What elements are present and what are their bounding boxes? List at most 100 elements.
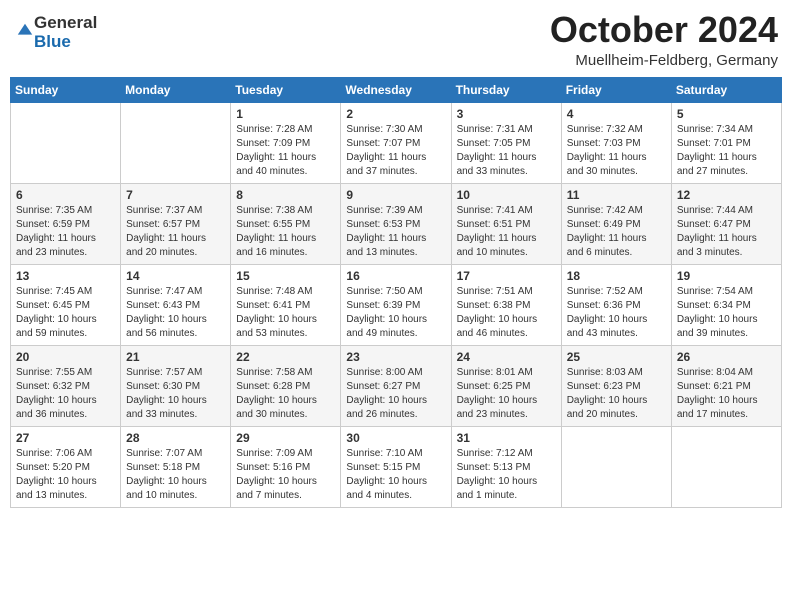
day-info: Sunrise: 7:30 AMSunset: 7:07 PMDaylight:… [346,123,445,179]
day-info: Sunrise: 7:38 AMSunset: 6:55 PMDaylight:… [236,204,335,260]
month-title: October 2024 [550,10,778,50]
day-number: 8 [236,188,335,202]
calendar-cell [561,426,671,507]
day-info: Sunrise: 7:31 AMSunset: 7:05 PMDaylight:… [457,123,556,179]
day-info: Sunrise: 7:12 AMSunset: 5:13 PMDaylight:… [457,447,556,503]
day-number: 14 [126,269,225,283]
calendar-cell: 12Sunrise: 7:44 AMSunset: 6:47 PMDayligh… [671,183,781,264]
day-number: 7 [126,188,225,202]
day-number: 20 [16,350,115,364]
calendar-cell [671,426,781,507]
calendar-cell: 10 Sunrise: 7:41 AMSunset: 6:51 PMDayligh… [451,183,561,264]
day-number: 10 [457,188,556,202]
calendar-week-row: 13 Sunrise: 7:45 AMSunset: 6:45 PMDayligh… [11,264,782,345]
day-info: Sunrise: 7:06 AMSunset: 5:20 PMDaylight:… [16,447,115,503]
day-of-week-header: Friday [561,77,671,102]
logo-blue: Blue [34,33,97,52]
day-number: 1 [236,107,335,121]
day-of-week-header: Thursday [451,77,561,102]
calendar-cell: 19 Sunrise: 7:54 AMSunset: 6:34 PMDayligh… [671,264,781,345]
calendar-cell [121,102,231,183]
calendar-cell: 20 Sunrise: 7:55 AMSunset: 6:32 PMDayligh… [11,345,121,426]
logo-general: General [34,14,97,33]
day-info: Sunrise: 8:03 AMSunset: 6:23 PMDaylight:… [567,366,666,422]
day-of-week-header: Wednesday [341,77,451,102]
calendar-cell: 6 Sunrise: 7:35 AMSunset: 6:59 PMDaylight… [11,183,121,264]
day-number: 15 [236,269,335,283]
calendar-cell: 22Sunrise: 7:58 AMSunset: 6:28 PMDayligh… [231,345,341,426]
calendar-table: SundayMondayTuesdayWednesdayThursdayFrid… [10,77,782,508]
calendar-cell: 1 Sunrise: 7:28 AMSunset: 7:09 PMDaylight… [231,102,341,183]
calendar-cell: 18 Sunrise: 7:52 AMSunset: 6:36 PMDayligh… [561,264,671,345]
day-number: 24 [457,350,556,364]
calendar-cell: 2 Sunrise: 7:30 AMSunset: 7:07 PMDaylight… [341,102,451,183]
day-number: 23 [346,350,445,364]
day-info: Sunrise: 7:37 AMSunset: 6:57 PMDaylight:… [126,204,225,260]
location: Muellheim-Feldberg, Germany [550,52,778,69]
day-number: 27 [16,431,115,445]
day-info: Sunrise: 7:54 AMSunset: 6:34 PMDaylight:… [677,285,776,341]
day-number: 29 [236,431,335,445]
day-number: 25 [567,350,666,364]
logo: General Blue [14,14,97,51]
calendar-cell: 11Sunrise: 7:42 AMSunset: 6:49 PMDayligh… [561,183,671,264]
day-info: Sunrise: 7:57 AMSunset: 6:30 PMDaylight:… [126,366,225,422]
day-number: 30 [346,431,445,445]
calendar-cell: 9Sunrise: 7:39 AMSunset: 6:53 PMDaylight… [341,183,451,264]
day-info: Sunrise: 7:32 AMSunset: 7:03 PMDaylight:… [567,123,666,179]
calendar-cell: 29 Sunrise: 7:09 AMSunset: 5:16 PMDayligh… [231,426,341,507]
calendar-cell: 21 Sunrise: 7:57 AMSunset: 6:30 PMDayligh… [121,345,231,426]
day-number: 18 [567,269,666,283]
day-info: Sunrise: 7:39 AMSunset: 6:53 PMDaylight:… [346,204,445,260]
day-number: 19 [677,269,776,283]
calendar-cell: 26 Sunrise: 8:04 AMSunset: 6:21 PMDayligh… [671,345,781,426]
logo-text: General Blue [34,14,97,51]
day-info: Sunrise: 7:09 AMSunset: 5:16 PMDaylight:… [236,447,335,503]
title-section: October 2024 Muellheim-Feldberg, Germany [550,10,778,69]
day-info: Sunrise: 7:51 AMSunset: 6:38 PMDaylight:… [457,285,556,341]
calendar-cell: 23 Sunrise: 8:00 AMSunset: 6:27 PMDayligh… [341,345,451,426]
day-info: Sunrise: 7:07 AMSunset: 5:18 PMDaylight:… [126,447,225,503]
calendar-cell: 16Sunrise: 7:50 AMSunset: 6:39 PMDayligh… [341,264,451,345]
calendar-cell: 4Sunrise: 7:32 AMSunset: 7:03 PMDaylight… [561,102,671,183]
day-info: Sunrise: 8:00 AMSunset: 6:27 PMDaylight:… [346,366,445,422]
day-of-week-header: Sunday [11,77,121,102]
day-info: Sunrise: 7:28 AMSunset: 7:09 PMDaylight:… [236,123,335,179]
header: General Blue October 2024 Muellheim-Feld… [10,10,782,69]
calendar-week-row: 20 Sunrise: 7:55 AMSunset: 6:32 PMDayligh… [11,345,782,426]
day-info: Sunrise: 7:42 AMSunset: 6:49 PMDaylight:… [567,204,666,260]
day-number: 13 [16,269,115,283]
day-info: Sunrise: 8:04 AMSunset: 6:21 PMDaylight:… [677,366,776,422]
day-info: Sunrise: 7:45 AMSunset: 6:45 PMDaylight:… [16,285,115,341]
day-info: Sunrise: 8:01 AMSunset: 6:25 PMDaylight:… [457,366,556,422]
day-number: 31 [457,431,556,445]
day-number: 21 [126,350,225,364]
day-number: 5 [677,107,776,121]
day-info: Sunrise: 7:48 AMSunset: 6:41 PMDaylight:… [236,285,335,341]
calendar-cell: 30 Sunrise: 7:10 AMSunset: 5:15 PMDayligh… [341,426,451,507]
calendar-week-row: 6 Sunrise: 7:35 AMSunset: 6:59 PMDaylight… [11,183,782,264]
day-info: Sunrise: 7:44 AMSunset: 6:47 PMDaylight:… [677,204,776,260]
day-info: Sunrise: 7:47 AMSunset: 6:43 PMDaylight:… [126,285,225,341]
calendar-cell: 14 Sunrise: 7:47 AMSunset: 6:43 PMDayligh… [121,264,231,345]
day-number: 6 [16,188,115,202]
calendar-cell: 27 Sunrise: 7:06 AMSunset: 5:20 PMDayligh… [11,426,121,507]
day-number: 22 [236,350,335,364]
day-info: Sunrise: 7:34 AMSunset: 7:01 PMDaylight:… [677,123,776,179]
day-number: 3 [457,107,556,121]
calendar-cell: 24 Sunrise: 8:01 AMSunset: 6:25 PMDayligh… [451,345,561,426]
day-number: 26 [677,350,776,364]
logo-icon [16,22,34,40]
calendar-week-row: 27 Sunrise: 7:06 AMSunset: 5:20 PMDayligh… [11,426,782,507]
calendar-cell: 31 Sunrise: 7:12 AMSunset: 5:13 PMDayligh… [451,426,561,507]
calendar-cell: 15 Sunrise: 7:48 AMSunset: 6:41 PMDayligh… [231,264,341,345]
day-of-week-header: Saturday [671,77,781,102]
day-info: Sunrise: 7:52 AMSunset: 6:36 PMDaylight:… [567,285,666,341]
day-info: Sunrise: 7:10 AMSunset: 5:15 PMDaylight:… [346,447,445,503]
day-info: Sunrise: 7:55 AMSunset: 6:32 PMDaylight:… [16,366,115,422]
calendar-cell: 7 Sunrise: 7:37 AMSunset: 6:57 PMDaylight… [121,183,231,264]
calendar-cell: 13 Sunrise: 7:45 AMSunset: 6:45 PMDayligh… [11,264,121,345]
day-info: Sunrise: 7:35 AMSunset: 6:59 PMDaylight:… [16,204,115,260]
day-info: Sunrise: 7:41 AMSunset: 6:51 PMDaylight:… [457,204,556,260]
day-number: 2 [346,107,445,121]
